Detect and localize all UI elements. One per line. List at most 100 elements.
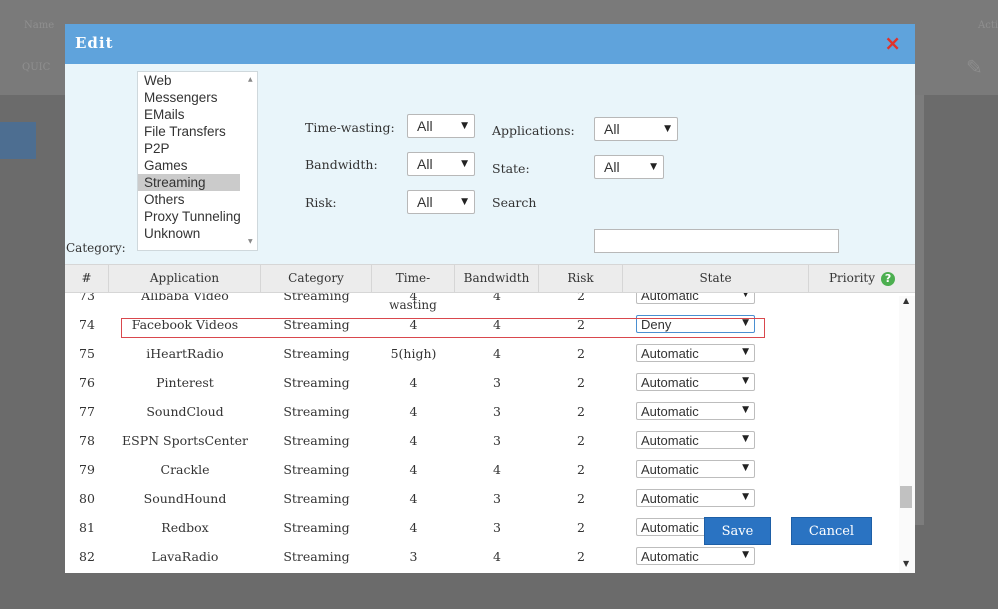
risk-select[interactable]: All ▼ [407, 190, 475, 214]
state-value: Automatic [641, 549, 699, 564]
state-select[interactable]: Automatic ▼ [636, 402, 755, 420]
cell-risk: 2 [577, 346, 585, 361]
table-row[interactable]: 82 LavaRadio Streaming 3 4 2 Automatic ▼ [65, 542, 895, 571]
chevron-down-icon: ▼ [742, 463, 749, 473]
category-option[interactable]: P2P [138, 140, 240, 157]
cell-application: SoundHound [143, 491, 227, 506]
category-option[interactable]: File Transfers [138, 123, 240, 140]
cell-application: ESPN SportsCenter [122, 433, 248, 448]
filter-panel: Category: Web Messengers EMails File Transf… [65, 64, 915, 264]
table-row[interactable]: 80 SoundHound Streaming 4 3 2 Automatic ▼ [65, 484, 895, 513]
col-state: State [623, 265, 809, 292]
cell-time-wasting: 4 [409, 433, 418, 448]
category-option[interactable]: Others [138, 191, 240, 208]
time-wasting-select[interactable]: All ▼ [407, 114, 475, 138]
cell-application: Alibaba Video [141, 293, 229, 303]
state-value: Automatic [641, 491, 699, 506]
state-select[interactable]: Automatic ▼ [636, 431, 755, 449]
state-select[interactable]: Automatic ▼ [636, 373, 755, 391]
chevron-down-icon: ▼ [742, 318, 749, 328]
chevron-down-icon: ▼ [461, 121, 468, 131]
cell-time-wasting: 4 [409, 520, 418, 535]
category-option[interactable]: Web [138, 72, 240, 89]
dialog-title-bar: Edit × [65, 24, 915, 64]
cell-application: Redbox [161, 520, 209, 535]
cell-num: 80 [79, 491, 95, 506]
scroll-up-icon[interactable]: ▲ [248, 76, 253, 83]
cell-category: Streaming [283, 491, 350, 506]
cell-bandwidth: 3 [493, 404, 501, 419]
state-value: Automatic [641, 346, 699, 361]
category-option[interactable]: Streaming [138, 174, 240, 191]
scroll-up-icon[interactable]: ▲ [903, 296, 909, 305]
table-row[interactable]: 76 Pinterest Streaming 4 3 2 Automatic ▼ [65, 368, 895, 397]
table-row[interactable]: 79 Crackle Streaming 4 4 2 Automatic ▼ [65, 455, 895, 484]
applications-select[interactable]: All ▼ [594, 117, 678, 141]
category-scrollbar[interactable]: ▲ ▼ [245, 72, 257, 250]
category-option[interactable]: Proxy Tunneling [138, 208, 241, 225]
cell-category: Streaming [283, 375, 350, 390]
bandwidth-value: All [417, 156, 433, 172]
cell-time-wasting: 4 [409, 462, 418, 477]
table-row[interactable]: 73 Alibaba Video Streaming 4 4 2 Automatic ▼ [65, 293, 895, 310]
close-icon[interactable]: × [884, 31, 901, 55]
background-column-name: Name [24, 20, 55, 31]
save-button[interactable]: Save [704, 517, 771, 545]
state-select[interactable]: Deny ▼ [636, 315, 755, 333]
cancel-button[interactable]: Cancel [791, 517, 872, 545]
cell-application: Pinterest [156, 375, 214, 390]
cell-time-wasting: 5(high) [390, 346, 437, 361]
cell-num: 79 [79, 462, 95, 477]
table-row[interactable]: 74 Facebook Videos Streaming 4 4 2 Deny ▼ [65, 310, 895, 339]
state-select[interactable]: Automatic ▼ [636, 547, 755, 565]
category-option[interactable]: Unknown [138, 225, 240, 242]
cell-category: Streaming [283, 293, 350, 303]
dialog-title: Edit [75, 34, 114, 52]
state-filter-select[interactable]: All ▼ [594, 155, 664, 179]
category-option[interactable]: EMails [138, 106, 240, 123]
risk-value: All [417, 194, 433, 210]
state-value: Automatic [641, 462, 699, 477]
state-value: Automatic [641, 404, 699, 419]
state-select[interactable]: Automatic ▼ [636, 460, 755, 478]
bandwidth-select[interactable]: All ▼ [407, 152, 475, 176]
cell-num: 78 [79, 433, 95, 448]
table-scrollbar[interactable]: ▲ ▼ [899, 296, 915, 573]
cell-bandwidth: 4 [493, 462, 501, 477]
scrollbar-thumb[interactable] [900, 486, 912, 508]
col-application: Application [109, 265, 261, 292]
scroll-down-icon[interactable]: ▼ [248, 238, 253, 245]
help-icon[interactable]: ? [881, 271, 896, 286]
chevron-down-icon: ▼ [742, 347, 749, 357]
chevron-down-icon: ▼ [742, 434, 749, 444]
table-row[interactable]: 78 ESPN SportsCenter Streaming 4 3 2 Automatic… [65, 426, 895, 455]
col-time-wasting: Time-wasting [372, 265, 455, 312]
chevron-down-icon: ▼ [664, 124, 671, 134]
cell-time-wasting: 4 [409, 404, 418, 419]
cell-time-wasting: 4 [409, 375, 418, 390]
state-value: Deny [641, 317, 672, 332]
time-wasting-label: Time-wasting: [305, 120, 395, 135]
time-wasting-value: All [417, 118, 433, 134]
cell-bandwidth: 4 [493, 346, 501, 361]
chevron-down-icon: ▼ [650, 162, 657, 172]
state-select[interactable]: Automatic ▼ [636, 293, 755, 304]
cell-num: 76 [79, 375, 95, 390]
state-select[interactable]: Automatic ▼ [636, 344, 755, 362]
state-select[interactable]: Automatic ▼ [636, 489, 755, 507]
cell-risk: 2 [577, 491, 585, 506]
category-listbox[interactable]: Web Messengers EMails File Transfers P2P Game… [137, 71, 258, 251]
state-filter-label: State: [492, 161, 530, 176]
state-value: Automatic [641, 433, 699, 448]
background-scrollbar [915, 95, 924, 525]
cell-bandwidth: 3 [493, 375, 501, 390]
scroll-down-icon[interactable]: ▼ [903, 559, 909, 568]
table-row[interactable]: 77 SoundCloud Streaming 4 3 2 Automatic ▼ [65, 397, 895, 426]
cell-num: 75 [79, 346, 95, 361]
category-option[interactable]: Games [138, 157, 240, 174]
category-option[interactable]: Messengers [138, 89, 240, 106]
edit-dialog: Edit × Category: Web Messengers EMails File… [65, 24, 915, 573]
table-row[interactable]: 75 iHeartRadio Streaming 5(high) 4 2 Automatic… [65, 339, 895, 368]
search-input[interactable] [594, 229, 839, 253]
cell-application: SoundCloud [146, 404, 224, 419]
